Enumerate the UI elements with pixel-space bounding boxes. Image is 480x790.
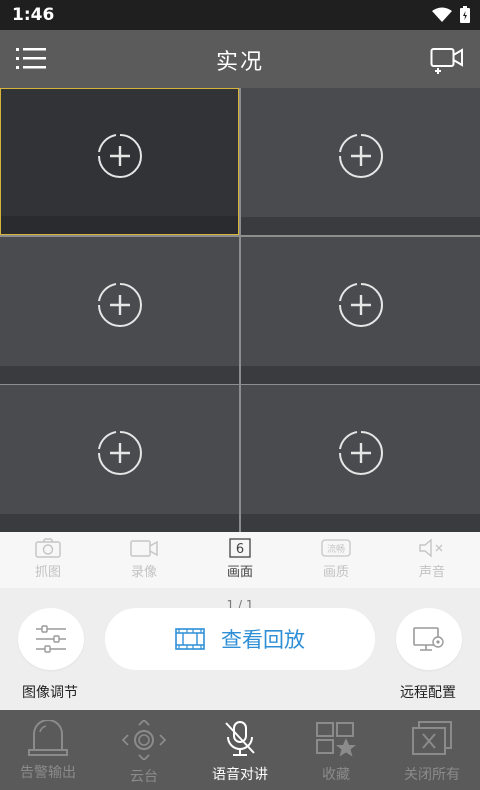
title-bar: 实况 — [0, 30, 480, 88]
video-cell-6[interactable] — [241, 385, 480, 532]
playback-label: 查看回放 — [221, 628, 305, 652]
add-channel-icon[interactable] — [338, 133, 384, 179]
cell-info-strip — [0, 366, 239, 384]
sound-button[interactable]: 声音 — [384, 532, 480, 588]
quality-label: 画质 — [322, 565, 349, 580]
nav-close-all[interactable]: 关闭所有 — [384, 710, 480, 790]
playback-button[interactable]: 查看回放 — [105, 608, 375, 670]
cell-info-strip — [0, 514, 239, 532]
add-channel-icon[interactable] — [97, 430, 143, 476]
video-cell-1[interactable] — [0, 88, 239, 235]
add-device-button[interactable] — [430, 44, 464, 74]
nav-alarm-output[interactable]: 告警输出 — [0, 710, 96, 790]
image-adjust-label: 图像调节 — [22, 685, 78, 701]
nav-alarm-label: 告警输出 — [20, 765, 76, 781]
mute-icon — [419, 538, 443, 558]
layout-button[interactable]: 6 画面 — [192, 532, 288, 588]
record-label: 录像 — [130, 565, 157, 580]
film-icon — [175, 628, 205, 650]
layout-6-icon: 6 — [229, 538, 251, 558]
battery-icon — [460, 6, 470, 23]
nav-ptz-label: 云台 — [130, 769, 158, 785]
remote-config-button[interactable] — [396, 608, 462, 670]
add-channel-icon[interactable] — [338, 282, 384, 328]
snapshot-label: 抓图 — [34, 565, 61, 580]
remote-config-label: 远程配置 — [400, 685, 456, 701]
nav-favorites-label: 收藏 — [322, 767, 350, 783]
layout-label: 画面 — [226, 565, 253, 580]
quality-badge: 流畅 — [327, 543, 345, 555]
cell-info-strip — [241, 366, 480, 384]
favorite-icon — [316, 722, 356, 757]
cell-info-strip — [241, 217, 480, 235]
view-toolbar: 抓图 录像 6 画面 流畅 画质 声音 — [0, 532, 480, 588]
status-bar: 1:46 — [0, 0, 480, 30]
snapshot-button[interactable]: 抓图 — [0, 532, 96, 588]
video-cell-5[interactable] — [0, 385, 239, 532]
camera-icon — [35, 538, 61, 558]
nav-voice-talk[interactable]: 语音对讲 — [192, 710, 288, 790]
video-cell-3[interactable] — [0, 237, 239, 384]
live-view-grid — [0, 88, 480, 532]
nav-favorites[interactable]: 收藏 — [288, 710, 384, 790]
video-record-icon — [130, 540, 158, 557]
close-all-icon — [412, 721, 452, 755]
sound-label: 声音 — [418, 565, 445, 580]
monitor-settings-icon — [413, 627, 444, 651]
add-channel-icon[interactable] — [97, 133, 143, 179]
record-button[interactable]: 录像 — [96, 532, 192, 588]
alarm-icon — [28, 720, 68, 756]
wifi-icon — [432, 7, 452, 22]
video-cell-4[interactable] — [241, 237, 480, 384]
nav-close-all-label: 关闭所有 — [404, 767, 460, 783]
sliders-icon — [36, 625, 66, 653]
status-time: 1:46 — [12, 5, 55, 25]
status-icons — [432, 6, 470, 23]
mic-off-icon — [225, 721, 255, 756]
ptz-icon — [122, 720, 166, 760]
bottom-nav: 告警输出 云台 语音对讲 收藏 关闭所有 — [0, 710, 480, 790]
cell-info-strip — [241, 514, 480, 532]
video-cell-2[interactable] — [241, 88, 480, 235]
image-adjust-button[interactable] — [18, 608, 84, 670]
add-camera-icon — [430, 48, 463, 74]
quality-button[interactable]: 流畅 画质 — [288, 532, 384, 588]
add-channel-icon[interactable] — [97, 282, 143, 328]
nav-ptz[interactable]: 云台 — [96, 710, 192, 790]
controls-panel: 1 / 1 查看回放 图像调节 远程配置 — [0, 588, 480, 710]
quality-icon: 流畅 — [321, 539, 351, 557]
layout-badge: 6 — [236, 542, 244, 557]
cell-info-strip — [1, 216, 238, 234]
nav-voice-label: 语音对讲 — [212, 767, 268, 783]
add-channel-icon[interactable] — [338, 430, 384, 476]
page-title: 实况 — [215, 50, 264, 75]
